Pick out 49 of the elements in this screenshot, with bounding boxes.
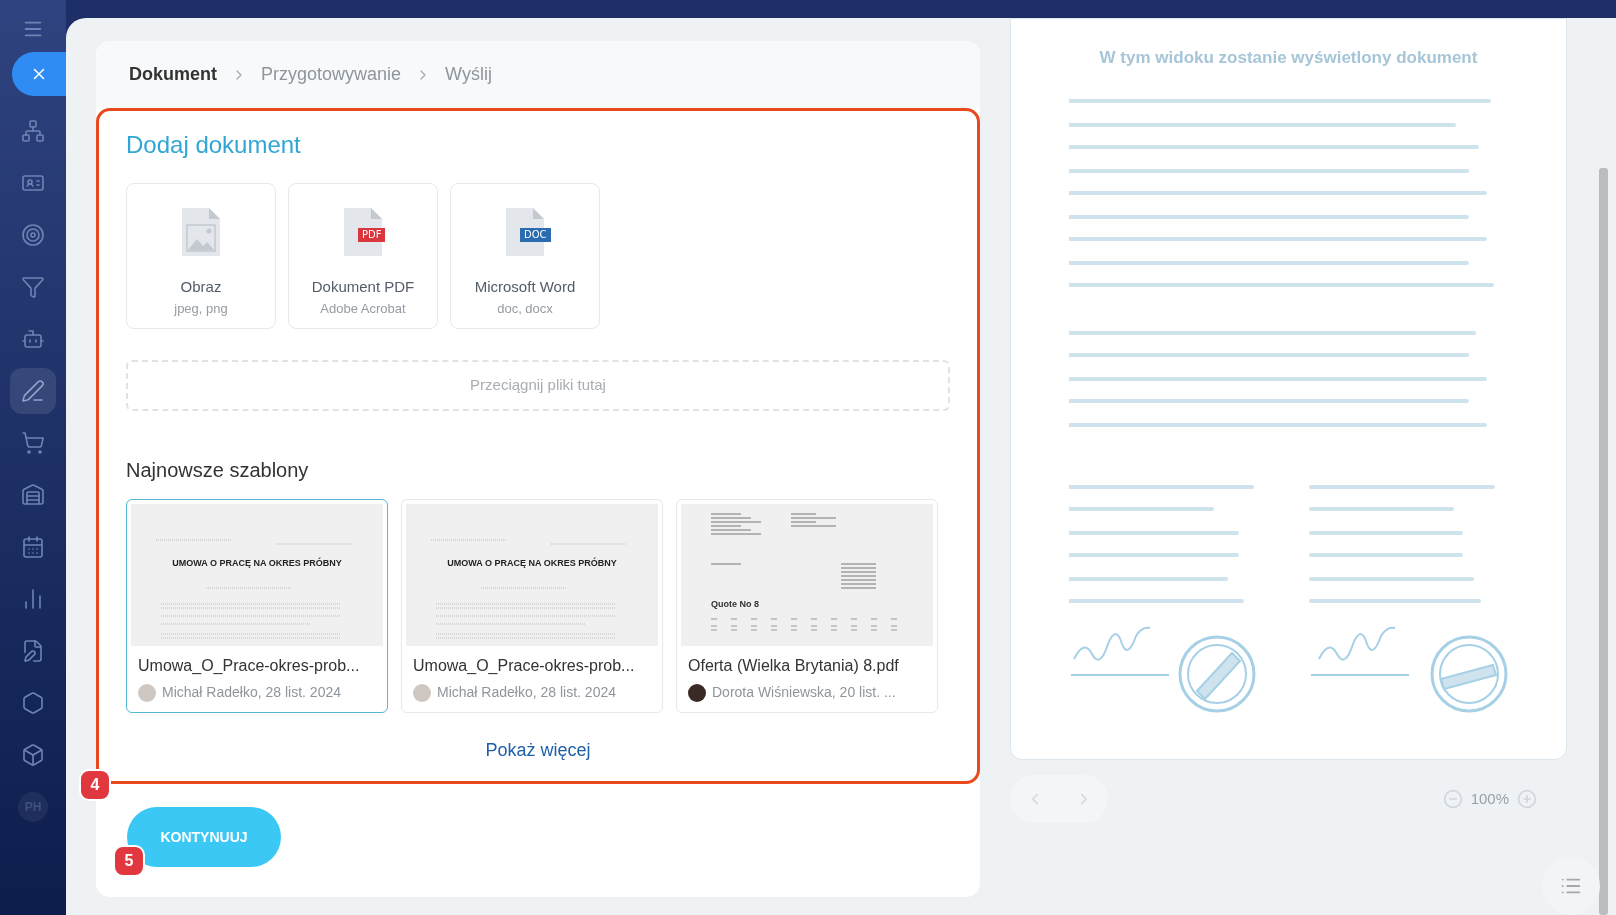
template-author: Michał Radełko, 28 list. 2024 bbox=[437, 683, 616, 702]
cube-icon bbox=[21, 743, 45, 767]
step-badge: 5 bbox=[113, 845, 145, 877]
file-format-label: DOC bbox=[520, 228, 551, 242]
file-type-formats: doc, docx bbox=[497, 299, 553, 318]
file-type-formats: jpeg, png bbox=[174, 299, 228, 318]
close-button[interactable] bbox=[12, 52, 66, 96]
template-author: Michał Radełko, 28 list. 2024 bbox=[162, 683, 341, 702]
show-more-link[interactable]: Pokaż więcej bbox=[485, 737, 591, 764]
file-type-tile[interactable]: DOC Microsoft Word doc, docx bbox=[450, 183, 600, 329]
file-type-tile[interactable]: Obraz jpeg, png bbox=[126, 183, 276, 329]
nodes-icon bbox=[21, 119, 45, 143]
cart-icon bbox=[21, 431, 45, 455]
target-icon bbox=[21, 223, 45, 247]
templates-title: Najnowsze szablony bbox=[126, 458, 310, 483]
document-heading: UMOWA O PRACĘ NA OKRES PRÓBNY bbox=[446, 557, 618, 570]
file-type-formats: Adobe Acrobat bbox=[320, 299, 406, 318]
file-format-label: PDF bbox=[358, 228, 386, 242]
avatar bbox=[688, 683, 706, 702]
template-card[interactable]: UMOWA O PRACĘ NA OKRES PRÓBNY Umowa_O_Prace-okres-prob... Michał Radełko, 28 list. 2024 bbox=[126, 499, 388, 713]
file-type-tile[interactable]: PDF Dokument PDF Adobe Acrobat bbox=[288, 183, 438, 329]
avatar bbox=[413, 683, 431, 702]
document-heading: Quote No 8 bbox=[711, 598, 759, 611]
sidebar-item[interactable] bbox=[10, 368, 56, 414]
image-file-icon bbox=[182, 208, 220, 256]
funnel-icon bbox=[21, 275, 45, 299]
template-name: Oferta (Wielka Brytania) 8.pdf bbox=[687, 656, 900, 676]
file-pen-icon bbox=[21, 639, 45, 663]
step-badge: 4 bbox=[79, 769, 111, 801]
template-name: Umowa_O_Prace-okres-prob... bbox=[412, 656, 636, 676]
file-type-title: Dokument PDF bbox=[311, 277, 415, 297]
file-type-title: Obraz bbox=[180, 277, 222, 297]
hexagon-icon bbox=[21, 691, 45, 715]
calendar-icon bbox=[21, 535, 45, 559]
avatar bbox=[138, 683, 156, 702]
file-type-title: Microsoft Word bbox=[474, 277, 576, 297]
breadcrumb-step[interactable]: Dokument bbox=[129, 61, 217, 88]
pen-icon bbox=[21, 379, 45, 403]
template-name: Umowa_O_Prace-okres-prob... bbox=[137, 656, 361, 676]
template-author: Dorota Wiśniewska, 20 list. ... bbox=[712, 683, 896, 702]
scrollbar[interactable] bbox=[1599, 168, 1608, 915]
warehouse-icon bbox=[21, 483, 45, 507]
section-title: Dodaj dokument bbox=[126, 130, 302, 160]
zoom-level: 100% bbox=[1470, 788, 1509, 809]
template-card[interactable]: Quote No 8 Oferta (Wielka Brytania) 8.pdf Dorota Wiśniewska, 20 list. ... bbox=[676, 499, 938, 713]
template-card[interactable]: UMOWA O PRACĘ NA OKRES PRÓBNY Umowa_O_Prace-okres-prob... Michał Radełko, 28 list. 2024 bbox=[401, 499, 663, 713]
document-heading: UMOWA O PRACĘ NA OKRES PRÓBNY bbox=[171, 557, 343, 570]
robot-icon bbox=[21, 327, 45, 351]
preview-title: W tym widoku zostanie wyświetlony dokument bbox=[1099, 47, 1478, 69]
